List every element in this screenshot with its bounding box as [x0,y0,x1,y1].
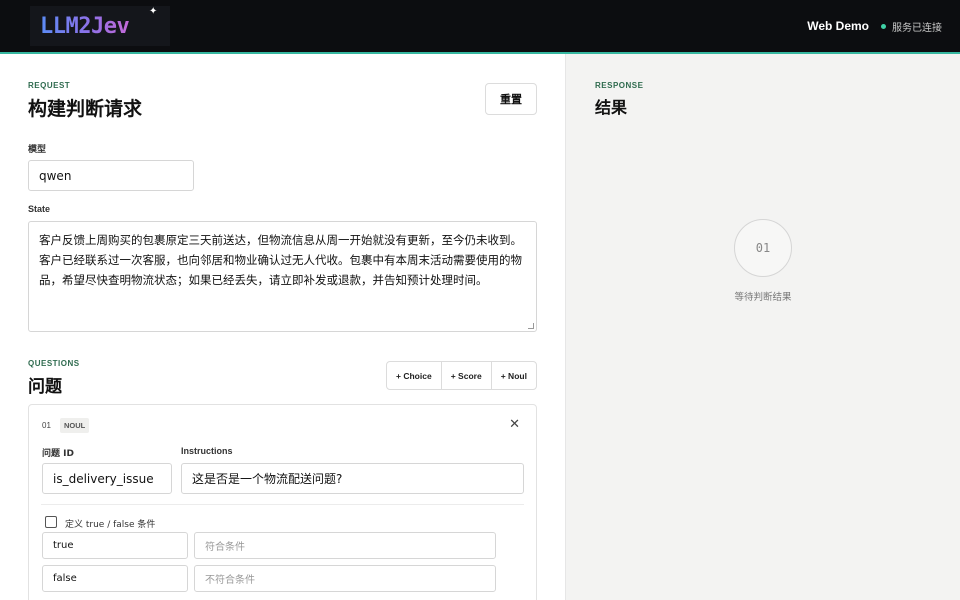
question-type-badge: NOUL [60,418,90,433]
resize-handle-icon[interactable] [528,323,534,329]
questions-title: 问题 [28,377,62,397]
instructions-input[interactable]: 这是否是一个物流配送问题? [181,463,524,494]
model-input[interactable]: qwen [28,160,194,191]
web-demo-label: Web Demo [807,19,869,33]
question-id-input[interactable]: is_delivery_issue [42,463,172,494]
logo-text: LLM2Jev [40,13,130,39]
waiting-text: 等待判断结果 [734,292,792,303]
false-condition-input[interactable]: 不符合条件 [194,565,496,592]
define-condition-label: 定义 true / false 条件 [65,520,156,530]
false-condition-placeholder: 不符合条件 [205,575,255,586]
state-text: 客户反馈上周购买的包裹原定三天前送达，但物流信息从周一开始就没有更新，至今仍未收… [39,233,522,287]
define-condition-checkbox[interactable] [45,516,57,528]
question-card: 01 NOUL ✕ 问题 ID is_delivery_issue Instru… [28,404,537,600]
response-title: 结果 [595,98,628,117]
divider [41,504,524,505]
false-key-input[interactable]: false [42,565,188,592]
model-label: 模型 [28,145,47,155]
true-condition-placeholder: 符合条件 [205,542,245,553]
top-bar: LLM2Jev ✦ Web Demo 服务已连接 [0,0,960,54]
status-dot-icon [881,23,886,29]
result-placeholder-circle: 01 [734,219,792,277]
response-panel: RESPONSE 结果 01 等待判断结果 [566,54,960,600]
request-kicker: REQUEST [28,81,71,90]
add-question-buttons: + Choice + Score + Noul [386,361,537,390]
true-condition-input[interactable]: 符合条件 [194,532,496,559]
true-key-input[interactable]: true [42,532,188,559]
add-noul-button[interactable]: + Noul [492,362,536,389]
close-icon[interactable]: ✕ [509,417,520,432]
connection-status: 服务已连接 [881,19,942,34]
add-score-button[interactable]: + Score [442,362,492,389]
header-right: Web Demo 服务已连接 [807,0,942,52]
status-text: 服务已连接 [892,22,942,34]
response-kicker: RESPONSE [595,81,644,90]
request-title: 构建判断请求 [28,98,143,120]
add-choice-button[interactable]: + Choice [387,362,442,389]
state-label: State [28,204,51,214]
request-panel: REQUEST 构建判断请求 重置 模型 qwen State 客户反馈上周购买… [0,54,566,600]
instructions-label: Instructions [181,446,233,456]
question-number: 01 [42,421,51,430]
state-textarea[interactable]: 客户反馈上周购买的包裹原定三天前送达，但物流信息从周一开始就没有更新，至今仍未收… [28,221,537,332]
reset-button[interactable]: 重置 [485,83,537,115]
questions-kicker: QUESTIONS [28,359,80,368]
sparkle-icon: ✦ [149,6,158,17]
question-id-label: 问题 ID [42,449,74,459]
